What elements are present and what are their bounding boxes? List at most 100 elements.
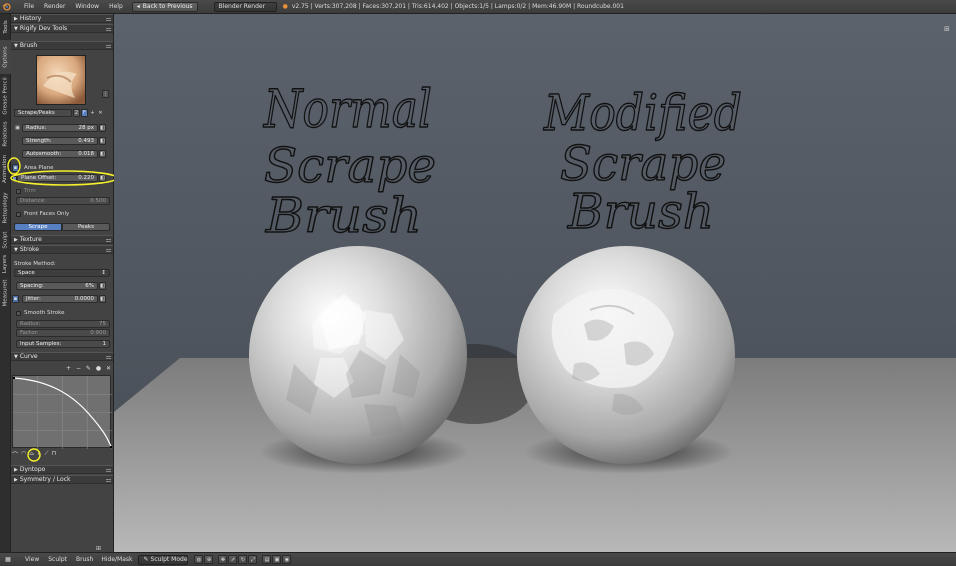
symmetry-panel-header[interactable]: ▶ Symmetry / Lock xyxy=(11,475,113,484)
sculpt-brush-icon: ✎ xyxy=(143,556,149,563)
delete-point-icon[interactable]: ✕ xyxy=(106,365,111,373)
texture-panel-header[interactable]: ▶ Texture xyxy=(11,235,113,244)
viewport-properties-plus-icon[interactable]: ⊞ xyxy=(944,25,952,33)
menu-window[interactable]: Window xyxy=(75,0,99,14)
blender-logo-icon[interactable] xyxy=(0,0,12,14)
tab-sculpt[interactable]: Sculpt xyxy=(0,228,11,252)
panel-resize-plus-icon[interactable]: ⊞ xyxy=(96,545,102,552)
tab-label: Retopology xyxy=(2,192,9,224)
sphere-modified-scrape[interactable] xyxy=(517,246,735,464)
sphere-normal-scrape[interactable] xyxy=(249,246,467,464)
preset-sharp-icon[interactable]: ∧ xyxy=(37,450,41,458)
radius-pressure-icon[interactable]: ◧ xyxy=(99,124,106,132)
scale-icon[interactable]: ⤢ xyxy=(248,555,258,564)
layer-icon[interactable]: ▤ xyxy=(262,555,272,564)
jitter-slider[interactable]: Jitter: 0.0000 xyxy=(22,295,98,303)
pivot-icon[interactable]: ⊕ xyxy=(204,555,214,564)
preset-max-icon[interactable]: ⊓ xyxy=(52,450,57,458)
strength-slider[interactable]: Strength: 0.493 xyxy=(22,137,98,145)
preset-sphere-icon[interactable]: ◠ xyxy=(21,450,26,458)
brush-panel-header[interactable]: ▼ Brush xyxy=(11,41,113,50)
back-arrow-icon: ◂ xyxy=(136,3,140,10)
menu-brush[interactable]: Brush xyxy=(76,554,93,566)
manipulator-icon[interactable]: ✥ xyxy=(218,555,228,564)
strength-pressure-icon[interactable]: ◧ xyxy=(99,137,106,145)
mode-select[interactable]: ✎ Sculpt Mode xyxy=(138,554,189,565)
radius-slider[interactable]: Radius: 28 px xyxy=(22,124,98,132)
autosmooth-pressure-icon[interactable]: ◧ xyxy=(99,150,106,158)
curve-panel-header[interactable]: ▼ Curve xyxy=(11,352,113,361)
menu-sculpt[interactable]: Sculpt xyxy=(48,554,67,566)
menu-render[interactable]: Render xyxy=(44,0,65,14)
front-faces-checkbox[interactable] xyxy=(16,212,21,217)
add-brush-icon[interactable]: + xyxy=(89,109,96,117)
tab-measureit[interactable]: Measureit xyxy=(0,276,11,310)
zoom-out-icon[interactable]: − xyxy=(76,365,81,373)
spacing-pressure-icon[interactable]: ◧ xyxy=(99,282,106,290)
menu-file[interactable]: File xyxy=(24,0,34,14)
jitter-pressure-icon[interactable]: ◧ xyxy=(99,295,106,303)
smooth-stroke-checkbox[interactable] xyxy=(16,311,21,316)
trim-checkbox[interactable] xyxy=(16,189,21,194)
smooth-radius-slider[interactable]: Radius: 75 xyxy=(16,320,110,328)
tab-animation[interactable]: Animation xyxy=(0,150,11,188)
radius-unit-icon[interactable]: ▣ xyxy=(14,124,21,132)
tab-retopology[interactable]: Retopology xyxy=(0,188,11,228)
viewport-shading-icon[interactable]: ◍ xyxy=(194,555,204,564)
tab-grease-pencil[interactable]: Grease Pencil xyxy=(0,74,11,118)
brush-fake-user-toggle[interactable]: F xyxy=(81,109,88,117)
blender-small-icon: ● xyxy=(282,3,288,10)
scrape-mode-button[interactable]: Scrape xyxy=(14,223,62,231)
area-plane-toggle-icon[interactable]: ▪ xyxy=(12,164,19,172)
preset-root-icon[interactable]: ⌓ xyxy=(29,450,34,458)
menu-view[interactable]: View xyxy=(25,554,39,566)
plane-offset-pressure-icon[interactable]: ◧ xyxy=(99,174,106,182)
3d-viewport[interactable]: Normal Scrape Brush Modified Scrape Brus… xyxy=(114,14,956,552)
brush-preview-expand-icon[interactable]: ⋮ xyxy=(102,90,109,98)
rigify-panel-header[interactable]: ▼ Rigify Dev Tools xyxy=(11,24,113,33)
stroke-method-select[interactable]: Space ↕ xyxy=(14,269,110,277)
history-panel-header[interactable]: ▶ History xyxy=(11,14,113,23)
translate-icon[interactable]: ➚ xyxy=(228,555,238,564)
tool-shelf-panel: ▶ History ▼ Rigify Dev Tools ▼ Brush ⋮ Scra… xyxy=(11,14,114,552)
tab-tools[interactable]: Tools xyxy=(0,14,11,40)
preset-line-icon[interactable]: ⟋ xyxy=(44,450,48,458)
back-to-previous-button[interactable]: ◂ Back to Previous xyxy=(131,1,198,12)
render-icon[interactable]: ▣ xyxy=(272,555,282,564)
menu-help[interactable]: Help xyxy=(109,0,123,14)
tab-label: Grease Pencil xyxy=(2,77,9,115)
hand-text-left-1: Normal xyxy=(262,80,432,140)
wrench-icon[interactable]: ✎ xyxy=(86,365,91,373)
stroke-panel-header[interactable]: ▼ Stroke xyxy=(11,245,113,254)
menu-hide-mask[interactable]: Hide/Mask xyxy=(101,554,132,566)
editor-type-icon[interactable]: ▦ xyxy=(0,554,16,566)
tab-options[interactable]: Options xyxy=(0,40,11,74)
input-samples-field[interactable]: Input Samples: 1 xyxy=(16,340,110,348)
curve-editor[interactable] xyxy=(12,375,113,449)
preset-smooth-icon[interactable]: ⌒ xyxy=(12,450,18,459)
camera-icon[interactable]: ◉ xyxy=(282,555,292,564)
plane-offset-slider[interactable]: Plane Offset: 0.220 xyxy=(17,174,98,182)
tab-layers[interactable]: Layers xyxy=(0,252,11,276)
jitter-unit-icon[interactable]: ▪ xyxy=(12,295,19,303)
rotate-icon[interactable]: ↻ xyxy=(238,555,248,564)
tab-relations[interactable]: Relations xyxy=(0,118,11,150)
dyntopo-panel-header[interactable]: ▶ Dyntopo xyxy=(11,465,113,474)
brush-preview-thumbnail[interactable] xyxy=(36,55,86,105)
collapsed-triangle-icon: ▶ xyxy=(14,15,18,22)
tab-label: Relations xyxy=(2,121,9,147)
expanded-triangle-icon: ▼ xyxy=(14,42,18,49)
hand-text-right-1: Modified xyxy=(543,84,742,142)
spacing-slider[interactable]: Spacing: 6% xyxy=(16,282,98,290)
distance-slider[interactable]: Distance: 0.500 xyxy=(16,197,110,205)
autosmooth-slider[interactable]: Autosmooth: 0.018 xyxy=(22,150,98,158)
brush-name-field[interactable]: Scrape/Peaks xyxy=(14,109,72,117)
collapsed-triangle-icon: ▶ xyxy=(14,476,18,483)
clip-icon[interactable]: ● xyxy=(96,365,101,373)
peaks-mode-button[interactable]: Peaks xyxy=(62,223,110,231)
smooth-factor-slider[interactable]: Factor: 0.900 xyxy=(16,329,110,337)
remove-brush-icon[interactable]: ✕ xyxy=(97,109,104,117)
render-engine-select[interactable]: Blender Render xyxy=(213,1,277,12)
tab-label: Layers xyxy=(2,254,9,274)
zoom-in-icon[interactable]: + xyxy=(66,365,71,373)
